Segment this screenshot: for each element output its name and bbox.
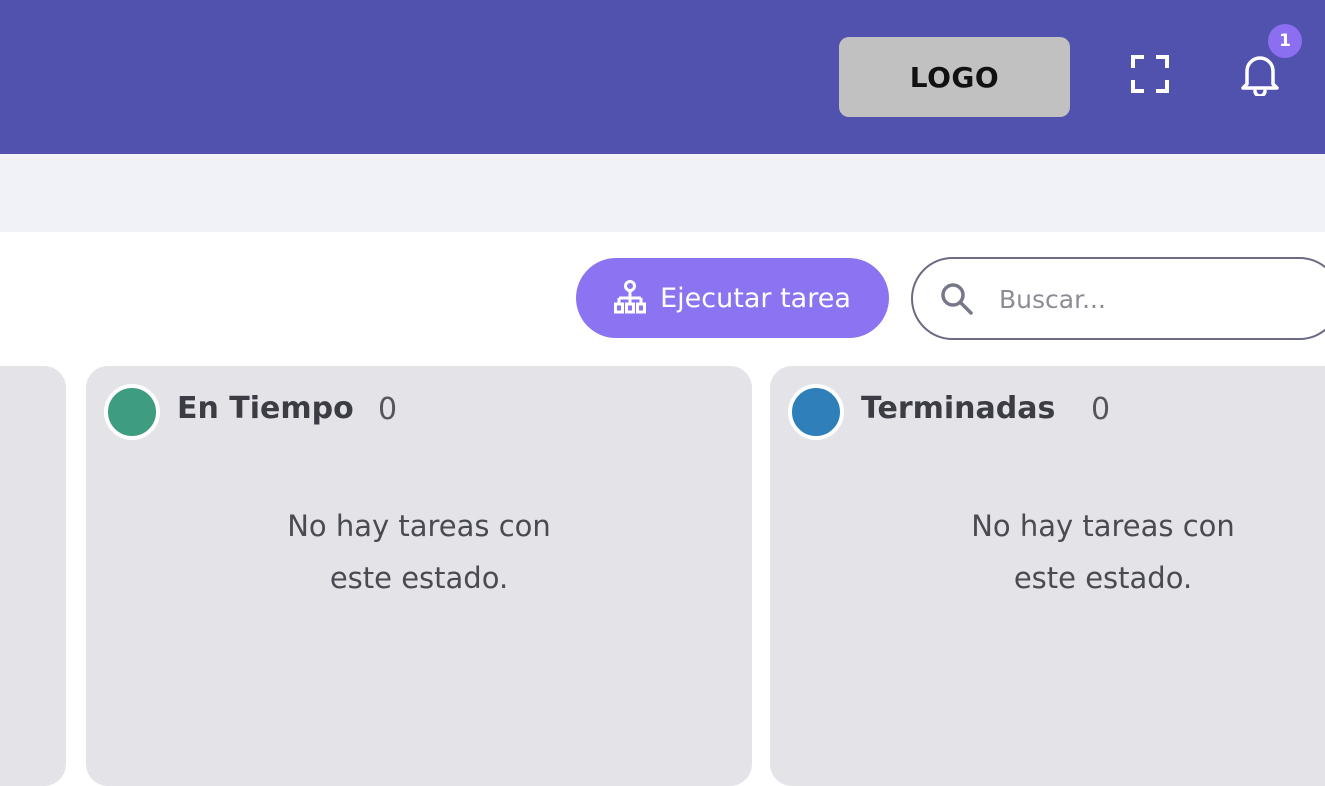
empty-state-message: No hay tareas con este estado. bbox=[770, 500, 1325, 604]
empty-message-line-1: No hay tareas con bbox=[287, 509, 551, 543]
top-header: LOGO 1 bbox=[0, 0, 1325, 154]
column-count: 0 bbox=[378, 392, 398, 427]
status-dot-icon bbox=[104, 384, 160, 440]
search-box[interactable] bbox=[911, 257, 1325, 340]
sitemap-icon bbox=[614, 280, 647, 314]
search-input[interactable] bbox=[999, 273, 1319, 325]
fullscreen-button[interactable] bbox=[1125, 50, 1175, 98]
notification-count-badge: 1 bbox=[1268, 24, 1302, 58]
kanban-column-terminadas: Terminadas 0 No hay tareas con este esta… bbox=[770, 366, 1325, 786]
bell-icon bbox=[1241, 56, 1279, 96]
sub-header-bar bbox=[0, 154, 1325, 232]
empty-state-message: No hay tareas con este estado. bbox=[86, 500, 752, 604]
logo: LOGO bbox=[839, 37, 1070, 117]
kanban-column-partial bbox=[0, 366, 66, 786]
empty-message-line-2: este estado. bbox=[329, 561, 509, 595]
search-icon bbox=[941, 283, 973, 315]
column-count: 0 bbox=[1091, 392, 1111, 427]
status-dot-icon bbox=[788, 384, 844, 440]
column-title: En Tiempo bbox=[177, 391, 354, 426]
run-task-button[interactable]: Ejecutar tarea bbox=[576, 258, 889, 338]
kanban-column-en-tiempo: En Tiempo 0 No hay tareas con este estad… bbox=[86, 366, 752, 786]
column-title: Terminadas bbox=[861, 391, 1056, 426]
empty-message-line-1: No hay tareas con bbox=[971, 509, 1235, 543]
fullscreen-icon bbox=[1131, 55, 1169, 93]
empty-message-line-2: este estado. bbox=[1013, 561, 1193, 595]
run-task-label: Ejecutar tarea bbox=[660, 282, 851, 314]
